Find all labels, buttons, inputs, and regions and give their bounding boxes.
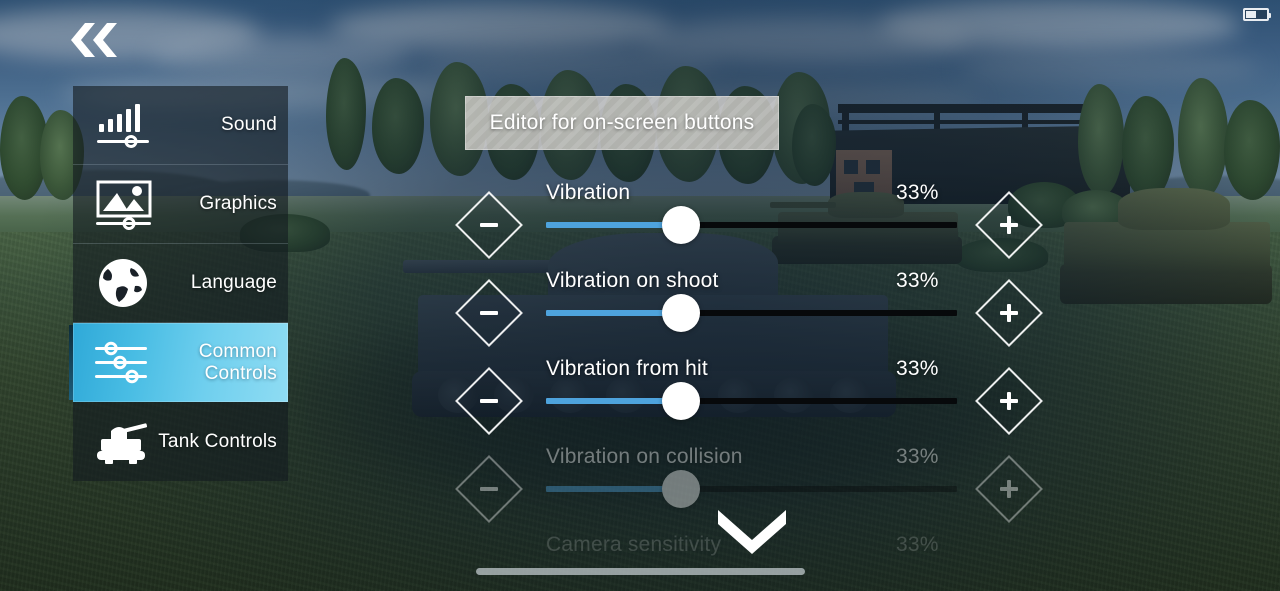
increment-button[interactable] — [975, 455, 1043, 523]
slider-thumb[interactable] — [662, 382, 700, 420]
decrement-button[interactable] — [455, 455, 523, 523]
increment-button[interactable] — [975, 367, 1043, 435]
plus-icon — [987, 467, 1031, 511]
slider-track[interactable] — [546, 398, 957, 404]
setting-value: 33% — [896, 181, 939, 204]
decrement-button[interactable] — [455, 367, 523, 435]
slider-track[interactable] — [546, 222, 957, 228]
increment-button[interactable] — [975, 279, 1043, 347]
minus-icon — [467, 379, 511, 423]
slider-thumb[interactable] — [662, 294, 700, 332]
setting-value: 33% — [896, 357, 939, 380]
minus-icon — [467, 467, 511, 511]
plus-icon — [987, 203, 1031, 247]
setting-value: 33% — [896, 533, 939, 556]
slider-track[interactable] — [546, 486, 957, 492]
setting-row-vibration-on-shoot: Vibration on shoot 33% — [0, 269, 1280, 357]
minus-icon — [467, 203, 511, 247]
decrement-button[interactable] — [455, 279, 523, 347]
horizontal-scrollbar[interactable] — [476, 568, 805, 575]
chevron-down-icon — [718, 510, 786, 554]
plus-icon — [987, 291, 1031, 335]
setting-label: Vibration — [546, 181, 631, 204]
setting-label: Vibration on collision — [546, 445, 743, 468]
setting-label: Camera sensitivity — [546, 533, 722, 556]
increment-button[interactable] — [975, 191, 1043, 259]
setting-value: 33% — [896, 445, 939, 468]
decrement-button[interactable] — [455, 191, 523, 259]
setting-row-camera-sensitivity: Camera sensitivity 33% — [0, 533, 1280, 591]
minus-icon — [467, 291, 511, 335]
slider-thumb[interactable] — [662, 206, 700, 244]
plus-icon — [987, 379, 1031, 423]
settings-screen: Sound Graphics Language Common Controls … — [0, 0, 1280, 591]
setting-row-vibration-from-hit: Vibration from hit 33% — [0, 357, 1280, 445]
setting-row-vibration-on-collision: Vibration on collision 33% — [0, 445, 1280, 533]
slider-thumb[interactable] — [662, 470, 700, 508]
setting-label: Vibration on shoot — [546, 269, 719, 292]
setting-row-vibration: Vibration 33% — [0, 181, 1280, 269]
setting-value: 33% — [896, 269, 939, 292]
slider-track[interactable] — [546, 310, 957, 316]
setting-label: Vibration from hit — [546, 357, 708, 380]
settings-rows: Vibration 33% Vibration on shoot 33% Vib… — [0, 0, 1280, 591]
scroll-down-button[interactable] — [712, 506, 792, 554]
